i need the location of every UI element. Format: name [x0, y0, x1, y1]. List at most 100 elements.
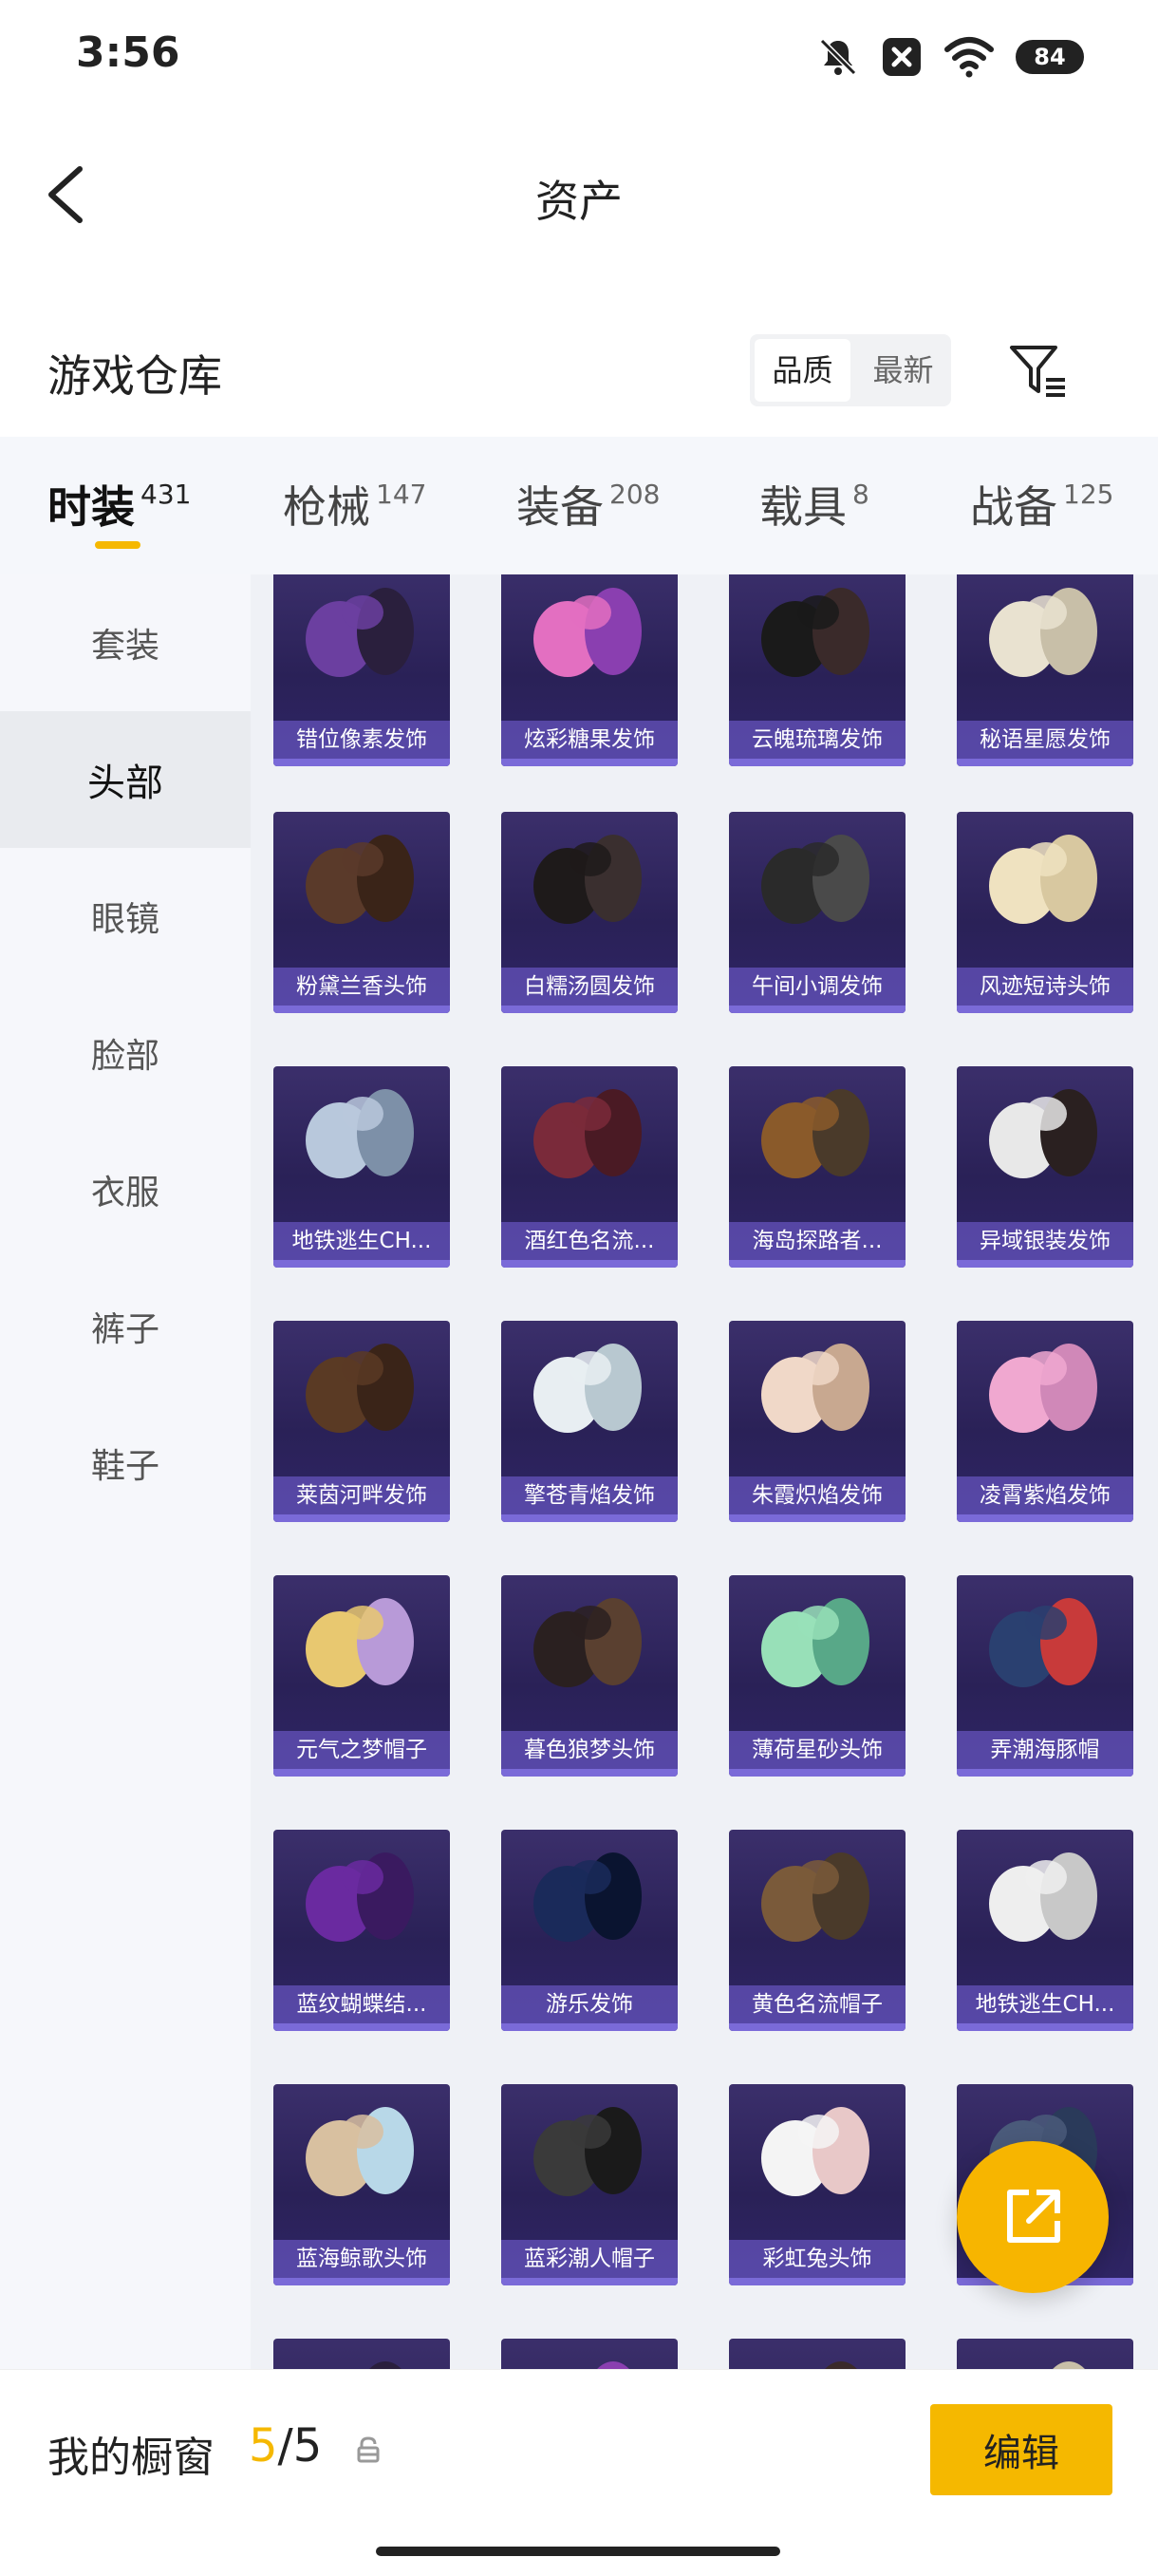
item-name: 错位像素发饰	[273, 721, 450, 759]
item-name: 蓝海鲸歌头饰	[273, 2240, 450, 2278]
tab-label: 战备	[970, 481, 1057, 533]
showcase-current: 5	[249, 2419, 278, 2473]
item-card[interactable]: 粉黛兰香头饰	[273, 812, 450, 1013]
rarity-strip	[729, 1006, 906, 1013]
rarity-strip	[729, 1514, 906, 1522]
item-thumbnail	[306, 1089, 414, 1178]
item-card[interactable]: 元气之梦帽子	[273, 1575, 450, 1777]
tab-vehicles[interactable]: 载具 8	[759, 473, 869, 536]
sidebar-item-face[interactable]: 脸部	[0, 985, 251, 1121]
item-card[interactable]: 莱茵河畔发饰	[273, 1321, 450, 1522]
item-thumbnail	[533, 1089, 642, 1178]
item-card[interactable]	[273, 2339, 450, 2369]
item-card[interactable]	[957, 2339, 1133, 2369]
sidebar-item-outfit[interactable]: 套装	[0, 574, 251, 711]
item-card[interactable]: 擎苍青焰发饰	[501, 1321, 678, 1522]
item-name: 异域银装发饰	[957, 1222, 1133, 1260]
item-thumbnail	[989, 1089, 1097, 1178]
tab-label: 时装	[47, 481, 135, 533]
item-card[interactable]: 地铁逃生CH...	[957, 1830, 1133, 2031]
item-card[interactable]: 凌霄紫焰发饰	[957, 1321, 1133, 1522]
sidebar-item-head[interactable]: 头部	[0, 711, 251, 848]
item-card[interactable]: 暮色狼梦头饰	[501, 1575, 678, 1777]
rarity-strip	[957, 1006, 1133, 1013]
filter-icon	[1010, 346, 1065, 397]
item-thumbnail	[761, 1089, 869, 1178]
item-name: 粉黛兰香头饰	[273, 968, 450, 1006]
item-card[interactable]: 蓝海鲸歌头饰	[273, 2084, 450, 2285]
item-name: 炫彩糖果发饰	[501, 721, 678, 759]
item-thumbnail	[825, 2361, 857, 2369]
sidebar-item-clothes[interactable]: 衣服	[0, 1121, 251, 1258]
item-card[interactable]	[501, 2339, 678, 2369]
warehouse-title: 游戏仓库	[47, 350, 222, 402]
item-card[interactable]: 炫彩糖果发饰	[501, 574, 678, 766]
rarity-strip	[957, 1769, 1133, 1777]
item-grid: 错位像素发饰 炫彩糖果发饰 云魄琉璃发饰 秘语星愿发饰粉黛兰香头饰 白糯汤圆发饰 午间小调…	[251, 574, 1158, 2369]
rarity-strip	[501, 1260, 678, 1268]
item-card[interactable]: 彩虹兔头饰	[729, 2084, 906, 2285]
item-thumbnail	[533, 1344, 642, 1433]
rarity-strip	[957, 2023, 1133, 2031]
item-name: 地铁逃生CH...	[957, 1985, 1133, 2023]
item-card[interactable]: 游乐发饰	[501, 1830, 678, 2031]
rarity-strip	[501, 1514, 678, 1522]
tab-label: 枪械	[283, 481, 370, 533]
item-card[interactable]: 海岛探路者...	[729, 1066, 906, 1268]
page-header: 资产	[0, 133, 1158, 256]
sidebar-item-shoes[interactable]: 鞋子	[0, 1395, 251, 1532]
item-card[interactable]	[729, 2339, 906, 2369]
rarity-strip	[729, 1769, 906, 1777]
rarity-strip	[729, 1260, 906, 1268]
showcase-total: /5	[277, 2419, 323, 2473]
item-name: 蓝彩潮人帽子	[501, 2240, 678, 2278]
filter-button[interactable]	[1004, 336, 1073, 404]
item-card[interactable]: 云魄琉璃发饰	[729, 574, 906, 766]
item-card[interactable]: 黄色名流帽子	[729, 1830, 906, 2031]
item-card[interactable]: 薄荷星砂头饰	[729, 1575, 906, 1777]
tab-battle-gear[interactable]: 战备 125	[970, 473, 1113, 536]
tab-equipment[interactable]: 装备 208	[516, 473, 660, 536]
item-card[interactable]: 白糯汤圆发饰	[501, 812, 678, 1013]
lock-icon	[357, 2436, 380, 2463]
page-title: 资产	[535, 176, 623, 227]
item-card[interactable]: 酒红色名流...	[501, 1066, 678, 1268]
sort-segmented-control: 品质 最新	[750, 334, 951, 406]
item-thumbnail	[761, 1598, 869, 1687]
item-card[interactable]: 秘语星愿发饰	[957, 574, 1133, 766]
sort-latest[interactable]: 最新	[855, 339, 951, 402]
item-card[interactable]: 地铁逃生CH...	[273, 1066, 450, 1268]
sidebar-item-glasses[interactable]: 眼镜	[0, 848, 251, 985]
status-bar: 3:56 84	[0, 0, 1158, 114]
item-card[interactable]: 异域银装发饰	[957, 1066, 1133, 1268]
item-name: 元气之梦帽子	[273, 1731, 450, 1769]
sort-quality[interactable]: 品质	[755, 339, 850, 402]
item-name: 朱霞炽焰发饰	[729, 1476, 906, 1514]
item-thumbnail	[989, 1598, 1097, 1687]
item-thumbnail	[533, 1598, 642, 1687]
item-card[interactable]: 朱霞炽焰发饰	[729, 1321, 906, 1522]
item-card[interactable]: 风迹短诗头饰	[957, 812, 1133, 1013]
subcategory-sidebar: 套装 头部 眼镜 脸部 衣服 裤子 鞋子	[0, 574, 251, 2369]
edit-button[interactable]: 编辑	[930, 2404, 1112, 2495]
tab-fashion[interactable]: 时装 431	[47, 473, 191, 536]
tab-firearms[interactable]: 枪械 147	[283, 473, 426, 536]
rarity-strip	[501, 2278, 678, 2285]
rarity-strip	[729, 759, 906, 766]
item-thumbnail	[533, 2107, 642, 2196]
item-card[interactable]: 午间小调发饰	[729, 812, 906, 1013]
tab-count: 8	[852, 479, 869, 510]
item-name: 风迹短诗头饰	[957, 968, 1133, 1006]
item-name: 蓝纹蝴蝶结...	[273, 1985, 450, 2023]
item-name: 白糯汤圆发饰	[501, 968, 678, 1006]
item-name: 凌霄紫焰发饰	[957, 1476, 1133, 1514]
item-card[interactable]: 错位像素发饰	[273, 574, 450, 766]
share-button[interactable]	[957, 2141, 1109, 2293]
rarity-strip	[273, 2278, 450, 2285]
rarity-strip	[273, 1514, 450, 1522]
sidebar-item-pants[interactable]: 裤子	[0, 1258, 251, 1395]
item-card[interactable]: 蓝彩潮人帽子	[501, 2084, 678, 2285]
item-name: 莱茵河畔发饰	[273, 1476, 450, 1514]
item-card[interactable]: 蓝纹蝴蝶结...	[273, 1830, 450, 2031]
item-card[interactable]: 弄潮海豚帽	[957, 1575, 1133, 1777]
